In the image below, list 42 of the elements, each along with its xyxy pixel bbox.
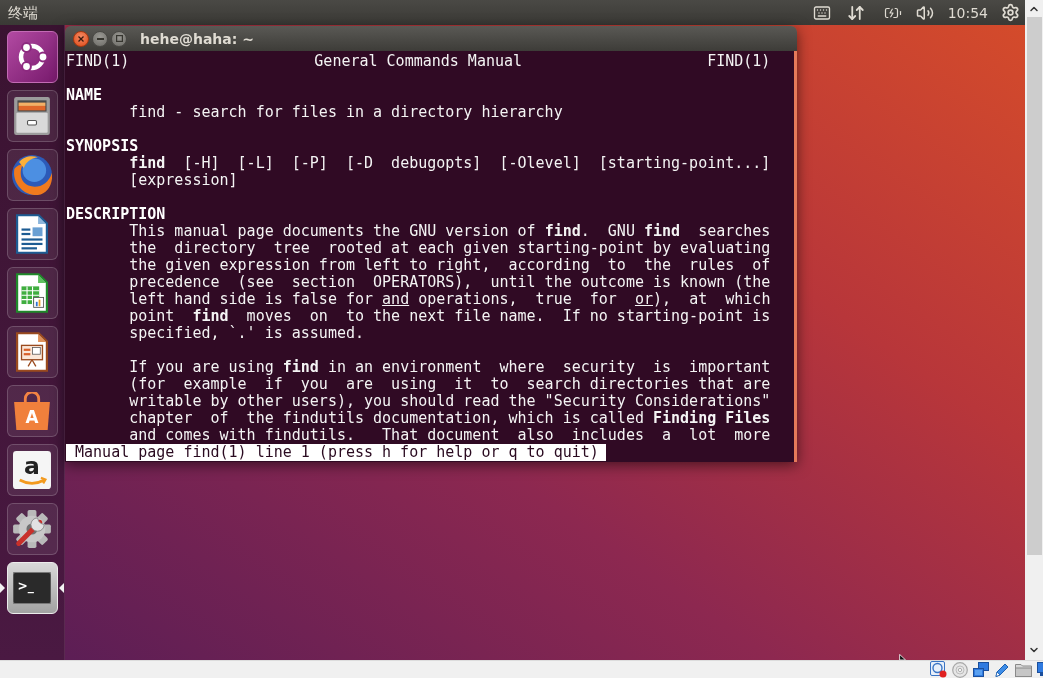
close-button[interactable] xyxy=(73,30,89,47)
launcher-item[interactable]: >_ xyxy=(6,562,59,614)
man-page-name: FIND(1) xyxy=(707,53,771,70)
clock[interactable]: 10:54 xyxy=(947,2,988,23)
window-title: hehe@haha: ~ xyxy=(140,29,254,48)
display-icon[interactable] xyxy=(1037,661,1043,678)
keyboard-icon[interactable] xyxy=(811,3,832,22)
network-arrows-icon[interactable] xyxy=(846,3,865,22)
gear-wrench-icon xyxy=(12,509,53,549)
man-page-name: FIND(1) xyxy=(66,53,130,70)
section-text: This manual page documents the GNU version of find. GNU find searches the directory tree rooted at each given starting-point by evaluating the given expression from left to right, according to the rules of precedence (see section OPERATORS), until the outcome is known (the left hand side is false for and operations, true for or), at which point find moves on to the next file name. If no starting-point is specified, `.' is assumed. xyxy=(129,223,771,342)
pencil-icon[interactable] xyxy=(994,661,1010,678)
section-text: find - search for files in a directory hierarchy xyxy=(129,104,563,121)
prompt-glyph: >_ xyxy=(17,579,35,594)
text-document-icon xyxy=(16,214,49,254)
manual-title: General Commands Manual xyxy=(314,53,523,70)
launcher-item[interactable] xyxy=(6,31,59,83)
section-heading: DESCRIPTION xyxy=(66,206,166,223)
settings-icon[interactable] xyxy=(1001,3,1020,22)
section-text: If you are using find in an environment where security is important (for example if you are using it to search directories that are writable by other users), you should read the "Security Considerations" chapter of the findutils documentation, which is called Finding Files and comes with findutils. That document also includes a lot more xyxy=(129,359,771,444)
section-heading: SYNOPSIS xyxy=(66,138,139,155)
tile-letter: a xyxy=(24,452,41,481)
mouse-pointer-icon xyxy=(899,654,907,660)
scrollbar-thumb[interactable] xyxy=(1026,17,1042,555)
minimize-button[interactable] xyxy=(92,30,108,47)
maximize-icon xyxy=(115,35,123,42)
curved-arrow-icon xyxy=(19,476,48,485)
ring-logo-icon xyxy=(16,41,49,73)
section-heading: NAME xyxy=(66,87,103,104)
close-icon xyxy=(78,35,84,42)
file-cabinet-icon xyxy=(14,97,51,135)
maximize-button[interactable] xyxy=(111,30,127,47)
presentation-icon xyxy=(16,332,49,372)
volume-icon[interactable] xyxy=(914,3,935,22)
network-monitors-icon[interactable] xyxy=(973,661,989,678)
app-title: 终端 xyxy=(7,2,38,23)
bag-letter: A xyxy=(26,407,39,428)
minimize-icon xyxy=(96,37,104,40)
globe-icon xyxy=(12,155,53,195)
launcher-item[interactable]: a xyxy=(6,444,59,496)
section-text: find [-H] [-L] [-P] [-D debugopts] [-Olevel] [starting-point...] [expression] xyxy=(129,155,771,189)
spreadsheet-icon xyxy=(16,273,49,313)
